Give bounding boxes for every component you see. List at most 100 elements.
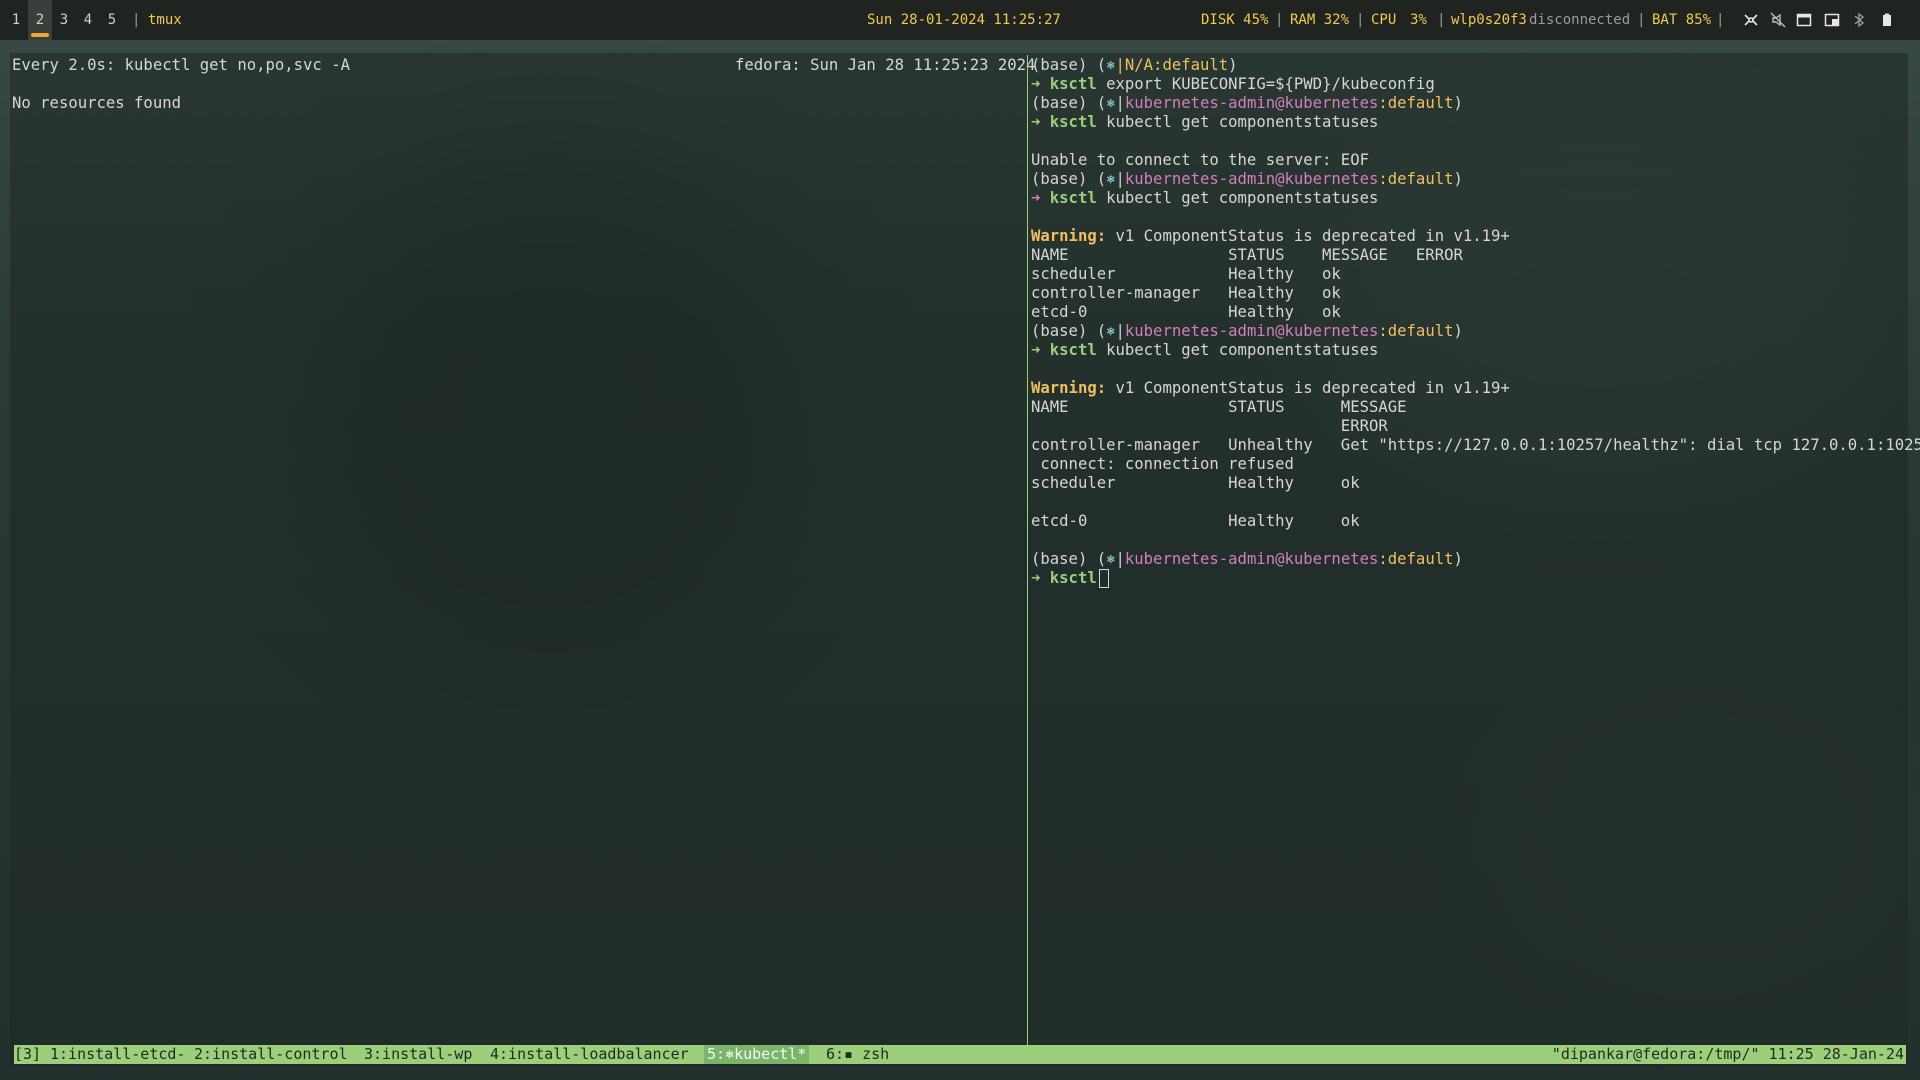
watch-output: No resources found <box>12 94 181 112</box>
tmux-window-4[interactable]: 4:install-loadbalancer <box>490 1045 689 1064</box>
output-text: etcd-0 Healthy ok <box>1031 512 1360 530</box>
session-index: [3] <box>14 1045 42 1063</box>
output-line: etcd-0 Healthy ok <box>1031 303 1341 322</box>
prompt-close: ) <box>1453 170 1463 188</box>
watch-header: Every 2.0s: kubectl get no,po,svc -A <box>12 56 350 74</box>
workspace-2[interactable]: 2 <box>28 0 52 40</box>
output-line: NAME STATUS MESSAGE <box>1031 398 1407 417</box>
output-text: etcd-0 Healthy ok <box>1031 303 1341 321</box>
window-icon[interactable] <box>1796 12 1812 28</box>
tmux-pane-left[interactable]: Every 2.0s: kubectl get no,po,svc -A fed… <box>12 55 1035 1045</box>
pane-divider[interactable] <box>1027 55 1028 1045</box>
kubernetes-icon: ⎈ <box>1106 550 1116 568</box>
bluetooth-icon[interactable] <box>1851 12 1867 28</box>
battery-status: BAT 85% <box>1652 12 1712 28</box>
prompt-env: (base) ( <box>1031 170 1107 188</box>
watch-host-time: fedora: Sun Jan 28 11:25:23 2024 <box>735 56 1036 74</box>
disk-usage: DISK 45% <box>1201 12 1269 28</box>
output-text: scheduler Healthy ok <box>1031 265 1341 283</box>
kube-namespace: :default <box>1378 94 1454 112</box>
prompt-separator: | <box>1115 94 1125 112</box>
window-split-icon[interactable] <box>1824 12 1840 28</box>
active-prompt: ➜ ksctl <box>1031 569 1109 588</box>
tmux-window-1[interactable]: 1:install-etcd- <box>50 1045 185 1064</box>
cpu-usage: 3% <box>1410 12 1427 28</box>
output-line: Unable to connect to the server: EOF <box>1031 151 1369 170</box>
prompt-directory: ksctl <box>1049 113 1097 131</box>
command-line: ➜ ksctl kubectl get componentstatuses <box>1031 189 1378 208</box>
output-line: controller-manager Healthy ok <box>1031 284 1341 303</box>
output-text: NAME STATUS MESSAGE <box>1031 398 1407 416</box>
prompt-arrow-icon: ➜ <box>1031 113 1041 131</box>
prompt-env: (base) ( <box>1031 322 1107 340</box>
output-line: connect: connection refused <box>1031 455 1294 474</box>
warning-text: v1 ComponentStatus is deprecated in v1.1… <box>1106 227 1510 245</box>
topbar-separator: | <box>1637 12 1646 28</box>
prompt-close: ) <box>1453 94 1463 112</box>
prompt-separator: | <box>1115 550 1125 568</box>
prompt-context-line: (base) (⎈|kubernetes-admin@kubernetes:de… <box>1031 94 1463 113</box>
tmux-window-3[interactable]: 3:install-wp <box>364 1045 472 1064</box>
kubernetes-icon: ⎈ <box>1106 94 1116 112</box>
output-text: Unable to connect to the server: EOF <box>1031 151 1369 169</box>
prompt-close: ) <box>1453 550 1463 568</box>
prompt-close: ) <box>1228 56 1238 74</box>
clock[interactable]: Sun 28-01-2024 11:25:27 <box>867 0 1061 40</box>
command-line: ➜ ksctl kubectl get componentstatuses <box>1031 341 1378 360</box>
output-text: controller-manager Unhealthy Get "https:… <box>1031 436 1920 454</box>
warning-text: v1 ComponentStatus is deprecated in v1.1… <box>1106 379 1510 397</box>
battery-icon[interactable] <box>1879 12 1895 28</box>
prompt-arrow-icon: ➜ <box>1031 189 1041 207</box>
prompt-directory: ksctl <box>1049 569 1097 587</box>
prompt-directory: ksctl <box>1049 189 1097 207</box>
prompt-context-line: (base) (⎈|kubernetes-admin@kubernetes:de… <box>1031 170 1463 189</box>
topbar-separator: | <box>1356 12 1365 28</box>
warning-label: Warning: <box>1031 227 1107 245</box>
tmux-window-5-active[interactable]: 5:⎈kubectl* <box>704 1045 810 1064</box>
kube-context: kubernetes-admin@kubernetes <box>1124 550 1379 568</box>
output-text: connect: connection refused <box>1031 455 1294 473</box>
command-text: kubectl get componentstatuses <box>1106 189 1379 207</box>
workspace-3[interactable]: 3 <box>52 0 76 40</box>
network-manager-icon[interactable] <box>1743 12 1759 28</box>
wifi-interface: wlp0s20f3 <box>1451 12 1527 28</box>
kubernetes-icon: ⎈ <box>1106 56 1116 74</box>
output-line: etcd-0 Healthy ok <box>1031 512 1360 531</box>
tmux-window-6[interactable]: 6:▪ zsh <box>826 1045 889 1064</box>
workspace-5[interactable]: 5 <box>100 0 124 40</box>
command-text: kubectl get componentstatuses <box>1106 113 1379 131</box>
tmux-pane-right[interactable]: (base) (⎈|N/A:default) ➜ ksctl export KUB… <box>1031 55 1920 1045</box>
mute-icon[interactable] <box>1770 12 1786 28</box>
wifi-status: disconnected <box>1529 12 1631 28</box>
cpu-label: CPU <box>1371 12 1397 28</box>
prompt-context-line: (base) (⎈|kubernetes-admin@kubernetes:de… <box>1031 322 1463 341</box>
kube-namespace: :default <box>1378 322 1454 340</box>
output-text: ERROR <box>1031 417 1388 435</box>
tmux-window-2[interactable]: 2:install-control <box>194 1045 348 1064</box>
kubernetes-icon: ⎈ <box>1106 170 1116 188</box>
output-text: scheduler Healthy ok <box>1031 474 1360 492</box>
output-text: controller-manager Healthy ok <box>1031 284 1341 302</box>
kubernetes-icon: ⎈ <box>1106 322 1116 340</box>
prompt-context-line: (base) (⎈|N/A:default) <box>1031 56 1238 75</box>
text-cursor[interactable] <box>1098 569 1109 588</box>
prompt-arrow-icon: ➜ <box>1031 75 1041 93</box>
output-line: ERROR <box>1031 417 1388 436</box>
tmux-status-bar: [3] 1:install-etcd- 2:install-control 3:… <box>14 1045 1906 1064</box>
command-text: kubectl get componentstatuses <box>1106 341 1379 359</box>
kube-context: |N/A:default <box>1115 56 1229 74</box>
kube-context: kubernetes-admin@kubernetes <box>1124 94 1379 112</box>
active-app-title: tmux <box>148 12 182 28</box>
output-line: NAME STATUS MESSAGE ERROR <box>1031 246 1463 265</box>
workspace-1[interactable]: 1 <box>4 0 28 40</box>
ram-usage: RAM 32% <box>1290 12 1350 28</box>
prompt-env: (base) ( <box>1031 550 1107 568</box>
prompt-env: (base) ( <box>1031 94 1107 112</box>
command-text: export KUBECONFIG=${PWD}/kubeconfig <box>1106 75 1435 93</box>
topbar-separator: | <box>132 12 141 28</box>
prompt-arrow-icon: ➜ <box>1031 569 1041 587</box>
kube-context: kubernetes-admin@kubernetes <box>1124 322 1379 340</box>
workspace-4[interactable]: 4 <box>76 0 100 40</box>
prompt-directory: ksctl <box>1049 75 1097 93</box>
status-right-host-time: "dipankar@fedora:/tmp/" 11:25 28-Jan-24 <box>1551 1045 1904 1063</box>
